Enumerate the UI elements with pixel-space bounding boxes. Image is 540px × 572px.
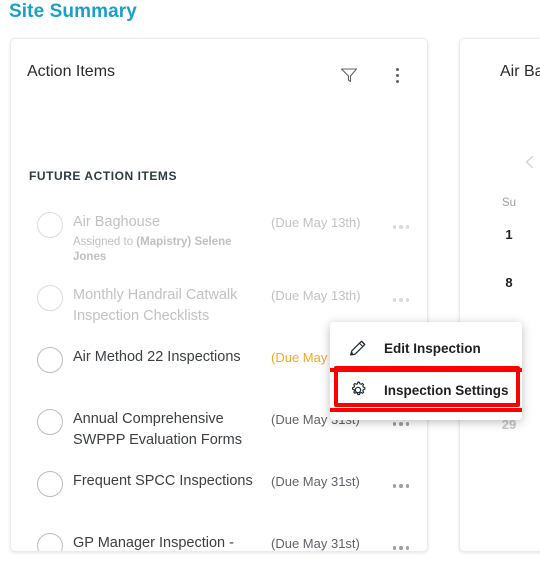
item-more-icon[interactable] [387,292,415,308]
calendar-day[interactable]: 1 [494,227,524,242]
filter-funnel-icon[interactable] [333,59,365,91]
menu-item-edit-inspection[interactable]: Edit Inspection [330,328,522,368]
kebab-dot [395,67,399,71]
inspection-context-menu: Edit Inspection Inspection Settings [330,322,522,420]
action-items-title: Action Items [27,63,116,80]
item-title: Annual Comprehensive SWPPP Evaluation Fo… [73,411,242,448]
list-item[interactable]: Monthly Handrail Catwalk Inspection Chec… [11,265,427,327]
air-baghouse-card: Air Bagh Su 1 8 29 [459,38,540,552]
pencil-icon [344,334,372,362]
item-due-date: (Due May 13th) [271,288,361,303]
calendar-day[interactable]: 8 [494,275,524,290]
item-due-date: (Due May 31st) [271,536,360,551]
calendar-dow-sunday: Su [501,197,517,209]
kebab-dot [395,73,399,77]
item-title: Air Method 22 Inspections [73,349,241,365]
item-due-date: (Due May 13th) [271,215,361,230]
item-checkbox[interactable] [37,285,63,311]
future-action-items-label: FUTURE ACTION ITEMS [29,169,177,183]
item-checkbox[interactable] [37,347,63,373]
more-vertical-icon[interactable] [381,59,413,91]
action-items-card-header: Action Items [11,39,427,101]
list-item[interactable]: GP Manager Inspection - Contract Wet Dec… [11,513,427,551]
page-title: Site Summary [9,1,137,22]
item-checkbox[interactable] [37,409,63,435]
item-title: Frequent SPCC Inspections [73,473,253,489]
item-due-date: (Due May 31st) [271,474,360,489]
item-more-icon[interactable] [387,478,415,494]
item-title: GP Manager Inspection - Contract Wet Dec… [73,535,234,551]
menu-item-label: Inspection Settings [384,382,509,398]
item-checkbox[interactable] [37,533,63,551]
menu-item-label: Edit Inspection [384,340,481,356]
item-assigned-to: Assigned to (Mapistry) Selene Jones [73,235,263,265]
gear-icon [344,376,372,404]
item-title: Monthly Handrail Catwalk Inspection Chec… [73,287,238,324]
action-items-card: Action Items FUTURE ACTION ITEMS Air Bag… [10,38,428,552]
item-title: Air Baghouse [73,214,161,230]
item-more-icon[interactable] [387,219,415,235]
assigned-prefix: Assigned to [73,236,137,248]
list-item[interactable]: Frequent SPCC Inspections (Due May 31st) [11,451,427,513]
item-checkbox[interactable] [37,212,63,238]
assigned-org: (Mapistry) [136,236,192,248]
chevron-left-icon[interactable] [517,149,540,175]
kebab-dot [395,79,399,83]
item-checkbox[interactable] [37,471,63,497]
menu-item-inspection-settings[interactable]: Inspection Settings [330,368,522,412]
list-item[interactable]: Air Baghouse Assigned to (Mapistry) Sele… [11,199,427,265]
item-more-icon[interactable] [387,540,415,551]
air-baghouse-title: Air Bagh [500,63,540,80]
